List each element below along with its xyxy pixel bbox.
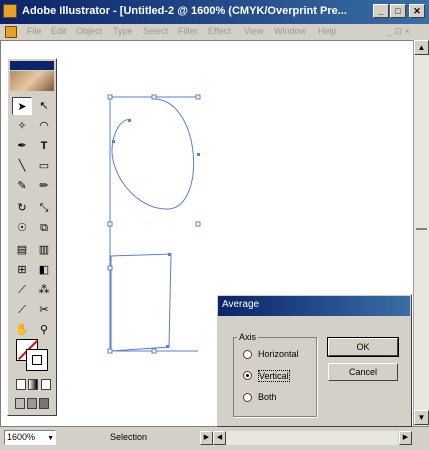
menu-view[interactable]: View — [244, 26, 263, 36]
anchor-point — [151, 348, 157, 354]
gradient-tool-icon[interactable]: ◧ — [34, 261, 54, 279]
anchor-point — [151, 94, 157, 100]
zoom-level-value: 1600% — [7, 432, 36, 442]
scroll-thumb[interactable] — [416, 228, 427, 230]
status-text: Selection — [110, 432, 148, 442]
blend-tool-icon[interactable]: ⁂ — [34, 281, 54, 299]
anchor-point — [107, 221, 113, 227]
rotate-tool-icon[interactable]: ↻ — [12, 199, 32, 217]
direct-selection-tool-icon[interactable]: ↖ — [34, 97, 54, 115]
menu-select[interactable]: Select — [143, 26, 168, 36]
menu-file[interactable]: File — [27, 26, 42, 36]
type-tool-icon[interactable]: T — [34, 137, 54, 155]
mesh-tool-icon[interactable]: ⊞ — [12, 261, 32, 279]
ellipse-path — [111, 98, 195, 210]
both-radio-label[interactable]: Both — [258, 392, 277, 402]
status-menu-arrow[interactable]: ▶ — [200, 431, 213, 445]
free-transform-tool-icon[interactable]: ⧉ — [34, 219, 54, 237]
both-radio[interactable] — [243, 393, 252, 402]
menu-help[interactable]: Help — [318, 26, 337, 36]
symbol-sprayer-tool-icon[interactable]: ▤ — [12, 241, 32, 259]
gradient-mode-icon[interactable] — [28, 379, 38, 390]
vertical-scrollbar[interactable]: ▲ ▼ — [413, 40, 429, 426]
document-window-controls[interactable]: _ ⊡ × — [387, 26, 410, 37]
venus-logo — [10, 71, 54, 91]
scroll-up-arrow[interactable]: ▲ — [414, 40, 429, 55]
magic-wand-tool-icon[interactable]: ✧ — [12, 117, 32, 135]
vertical-radio[interactable] — [243, 371, 252, 380]
path-point — [128, 119, 131, 122]
path-point — [197, 153, 200, 156]
zoom-tool-icon[interactable]: ⚲ — [34, 321, 54, 339]
cancel-button[interactable]: Cancel — [328, 363, 398, 381]
dialog-title[interactable]: Average — [218, 296, 410, 316]
path-point — [166, 345, 169, 348]
standard-screen-mode-icon[interactable] — [15, 398, 25, 409]
pencil-tool-icon[interactable]: ✏ — [34, 177, 54, 195]
menu-effect[interactable]: Effect — [208, 26, 231, 36]
vertical-radio-label[interactable]: Vertical — [258, 370, 290, 382]
menu-filter[interactable]: Filter — [178, 26, 198, 36]
full-screen-mode-icon[interactable] — [39, 398, 49, 409]
stroke-swatch[interactable] — [26, 349, 48, 371]
document-icon[interactable] — [5, 26, 17, 38]
illustrator-app-icon — [3, 4, 17, 18]
anchor-point — [195, 221, 201, 227]
menu-type[interactable]: Type — [113, 26, 133, 36]
chevron-down-icon[interactable]: ▼ — [47, 432, 54, 445]
anchor-point — [107, 348, 113, 354]
line-tool-icon[interactable]: ╲ — [12, 157, 32, 175]
path-point — [112, 140, 115, 143]
rectangle-path — [110, 253, 172, 352]
zoom-level-field[interactable]: 1600% ▼ — [4, 430, 56, 445]
ok-button[interactable]: OK — [327, 337, 399, 357]
average-dialog: Average Axis Horizontal Vertical Both OK… — [216, 294, 412, 427]
full-screen-menu-mode-icon[interactable] — [27, 398, 37, 409]
none-mode-icon[interactable] — [41, 379, 51, 390]
eyedropper-tool-icon[interactable]: ⟋ — [12, 281, 32, 299]
anchor-point — [107, 265, 113, 271]
horizontal-scrollbar[interactable] — [215, 431, 398, 445]
warp-tool-icon[interactable]: ☉ — [12, 219, 32, 237]
scissors-tool-icon[interactable]: ✂ — [34, 301, 54, 319]
scroll-down-arrow[interactable]: ▼ — [414, 410, 429, 425]
window-title: Adobe Illustrator - [Untitled-2 @ 1600% … — [22, 5, 347, 17]
scroll-right-arrow[interactable]: ▶ — [399, 431, 412, 445]
axis-group-label: Axis — [237, 332, 259, 342]
menu-window[interactable]: Window — [274, 26, 306, 36]
horizontal-radio[interactable] — [243, 350, 252, 359]
title-bar: Adobe Illustrator - [Untitled-2 @ 1600% … — [0, 0, 429, 24]
menu-edit[interactable]: Edit — [51, 26, 67, 36]
minimize-button[interactable]: _ — [373, 4, 389, 18]
pen-tool-icon[interactable]: ✒ — [12, 137, 32, 155]
menu-bar: File Edit Object Type Select Filter Effe… — [0, 24, 429, 40]
scale-tool-icon[interactable]: ⤡ — [34, 199, 54, 217]
anchor-point — [107, 94, 113, 100]
graph-tool-icon[interactable]: ▥ — [34, 241, 54, 259]
paintbrush-tool-icon[interactable]: ✎ — [12, 177, 32, 195]
slice-tool-icon[interactable]: ⟋ — [12, 301, 32, 319]
close-button[interactable]: ✕ — [409, 4, 425, 18]
lasso-tool-icon[interactable]: ◠ — [34, 117, 54, 135]
maximize-button[interactable]: □ — [390, 4, 406, 18]
hand-tool-icon[interactable]: ✋ — [12, 321, 32, 339]
horizontal-radio-label[interactable]: Horizontal — [258, 349, 299, 359]
selection-tool-icon[interactable]: ➤ — [12, 97, 32, 115]
anchor-point — [195, 94, 201, 100]
status-bar: 1600% ▼ Selection ▶ ◀ ▶ — [0, 426, 429, 450]
color-mode-icon[interactable] — [16, 379, 26, 390]
rectangle-tool-icon[interactable]: ▭ — [34, 157, 54, 175]
toolbox-title-bar[interactable] — [10, 61, 54, 70]
path-point — [168, 253, 171, 256]
scroll-left-arrow[interactable]: ◀ — [213, 431, 226, 445]
menu-object[interactable]: Object — [76, 26, 102, 36]
toolbox: ➤ ↖ ✧ ◠ ✒ T ╲ ▭ ✎ ✏ ↻ ⤡ ☉ ⧉ ▤ ▥ ⊞ ◧ ⟋ ⁂ … — [7, 58, 57, 416]
